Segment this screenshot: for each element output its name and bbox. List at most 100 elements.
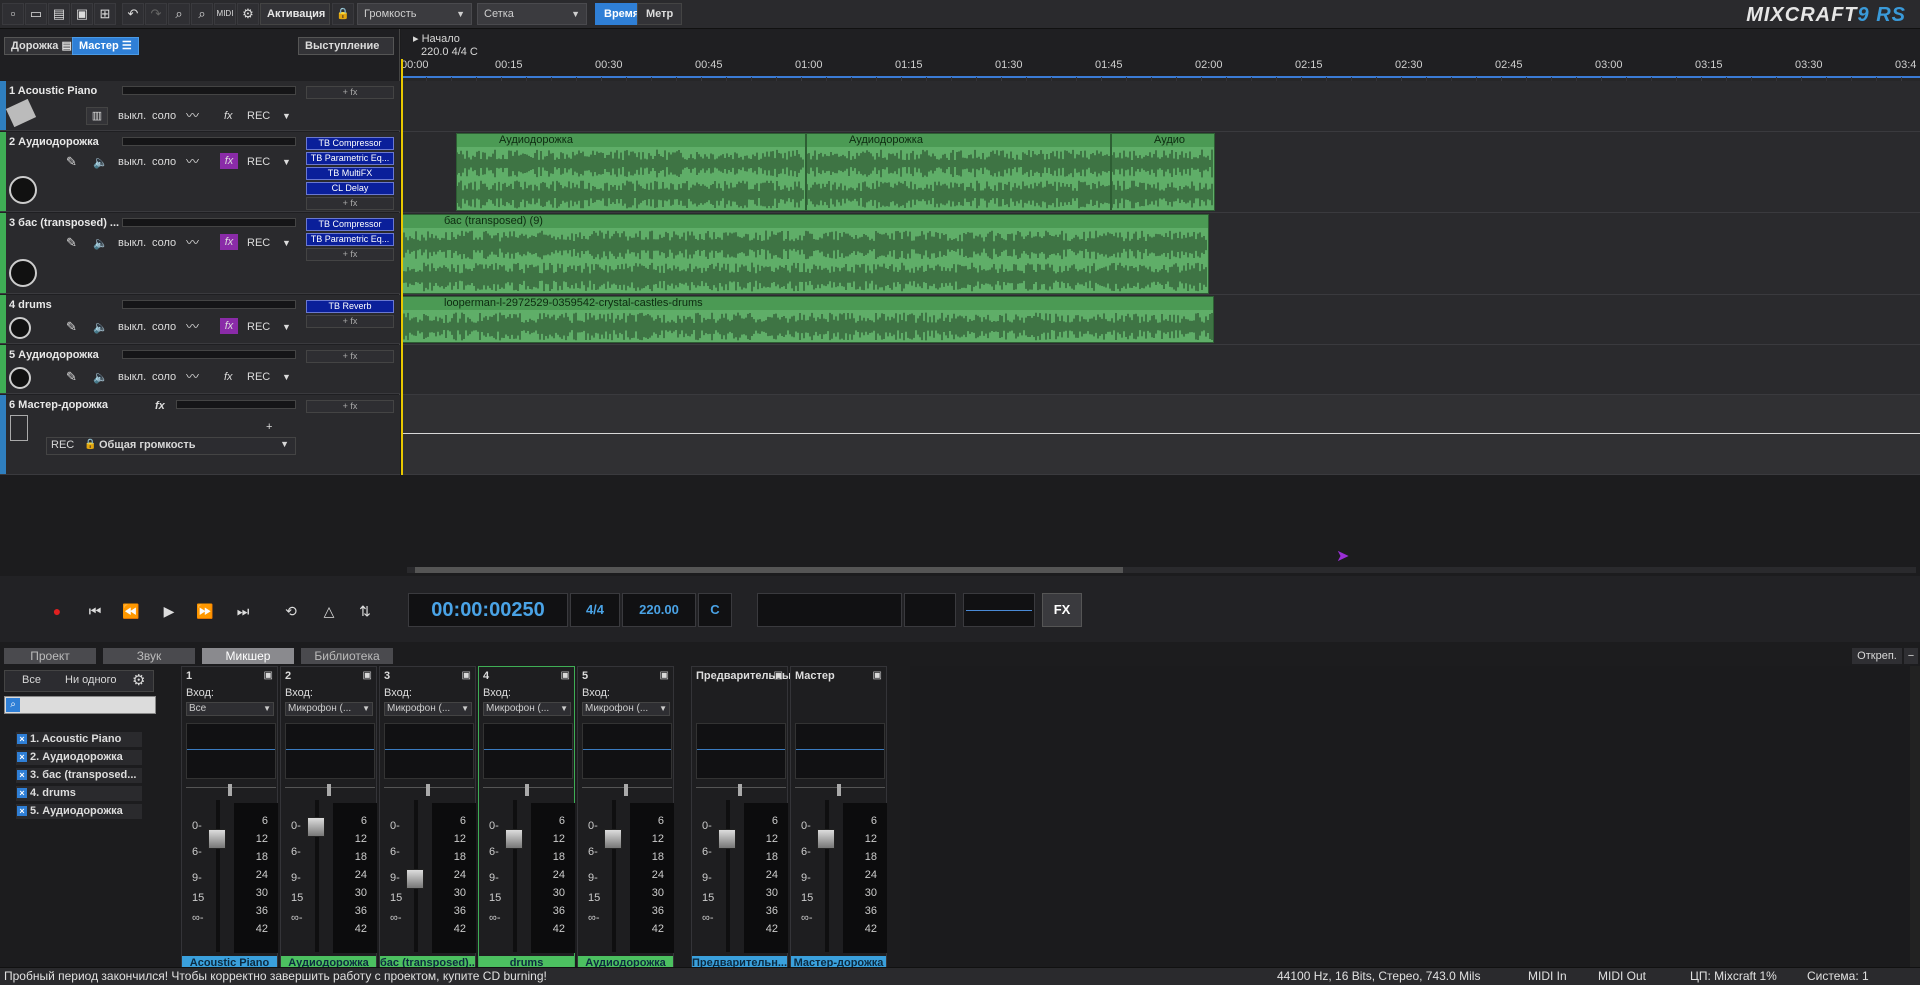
fx-slot[interactable]: TB Compressor <box>306 137 394 150</box>
filter-item[interactable]: × 2. Аудиодорожка <box>16 750 142 765</box>
mute-button[interactable]: выкл. <box>118 369 146 385</box>
tab-library[interactable]: Библиотека <box>301 648 393 664</box>
fx-button[interactable]: fx <box>220 318 238 334</box>
track-4[interactable]: 4 drums TB Reverb + fx ✎ 🔈 выкл. соло 〰 … <box>0 295 400 344</box>
input-select[interactable]: Микрофон (... ▼ <box>384 702 472 716</box>
key-display[interactable]: C <box>698 593 732 627</box>
filter-item[interactable]: × 1. Acoustic Piano <box>16 732 142 747</box>
open-recent-icon[interactable]: ▤ <box>48 3 70 25</box>
audio-clip[interactable]: бас (transposed) (9) <box>401 214 1209 294</box>
pan-slider[interactable] <box>384 784 474 796</box>
go-to-start-icon[interactable]: ⏮ <box>80 598 110 624</box>
keyboard-icon[interactable]: ▥ <box>86 107 108 125</box>
track-5[interactable]: 5 Аудиодорожка + fx ✎ 🔈 выкл. соло 〰 fx … <box>0 345 400 394</box>
playhead[interactable] <box>401 59 403 475</box>
pan-slider[interactable] <box>186 784 276 796</box>
add-fx-button[interactable]: + fx <box>306 350 394 363</box>
filter-none-button[interactable]: Ни одного <box>65 674 117 686</box>
channel-menu-icon[interactable]: ▣ <box>561 670 570 681</box>
fx-button[interactable]: fx <box>224 108 233 124</box>
fx-button[interactable]: fx <box>224 369 233 385</box>
horizontal-scrollbar[interactable] <box>407 567 1916 573</box>
volume-fader[interactable] <box>604 829 622 849</box>
rewind-icon[interactable]: ⏪ <box>116 598 146 624</box>
audio-clip[interactable]: Аудио <box>1111 133 1215 211</box>
lane-5[interactable] <box>401 345 1920 395</box>
automation-icon[interactable]: 〰 <box>186 369 199 385</box>
solo-button[interactable]: соло <box>152 369 176 385</box>
channel-menu-icon[interactable]: ▣ <box>363 670 372 681</box>
chevron-down-icon[interactable]: ▼ <box>282 319 291 335</box>
filter-all-button[interactable]: Все <box>22 674 41 686</box>
rec-button[interactable]: REC <box>247 235 270 251</box>
gear-icon[interactable]: ⚙ <box>132 671 145 689</box>
meter-mode-button[interactable]: Метр <box>637 3 683 25</box>
lane-1[interactable] <box>401 81 1920 132</box>
track-name[interactable]: 2 Аудиодорожка <box>9 136 121 148</box>
chevron-down-icon[interactable]: ▼ <box>282 154 291 170</box>
audio-clip[interactable]: Аудиодорожка <box>456 133 806 211</box>
fx-button[interactable]: fx <box>155 398 165 414</box>
master-fx-button[interactable]: FX <box>1042 593 1082 627</box>
tab-mixer[interactable]: Микшер <box>202 648 294 664</box>
channel-menu-icon[interactable]: ▣ <box>264 670 273 681</box>
channel-menu-icon[interactable]: ▣ <box>462 670 471 681</box>
arm-icon[interactable]: ✎ <box>66 319 77 335</box>
lane-master[interactable] <box>401 395 1920 475</box>
start-marker[interactable]: ▸ Начало <box>413 32 460 45</box>
solo-button[interactable]: соло <box>152 235 176 251</box>
chevron-down-icon[interactable]: ▼ <box>282 369 291 385</box>
signature-display[interactable]: 4/4 <box>570 593 620 627</box>
mixer-scrollbar[interactable] <box>1910 666 1920 967</box>
track-name[interactable]: 5 Аудиодорожка <box>9 349 121 361</box>
mute-button[interactable]: выкл. <box>118 319 146 335</box>
pan-slider[interactable] <box>795 784 885 796</box>
speaker-volume-icon[interactable]: 🔈 <box>93 369 108 385</box>
zoom-out-icon[interactable]: ⌕ <box>191 3 213 25</box>
rec-button[interactable]: REC <box>247 369 270 385</box>
track-master[interactable]: 6 Мастер-дорожка fx + fx + REC 🔒 Общая г… <box>0 395 400 475</box>
automation-icon[interactable]: 〰 <box>186 319 199 335</box>
checkbox-icon[interactable]: × <box>17 752 27 762</box>
input-select[interactable]: Микрофон (... ▼ <box>582 702 670 716</box>
rec-button[interactable]: REC <box>247 319 270 335</box>
speaker-volume-icon[interactable]: 🔈 <box>93 319 108 335</box>
split-view-icon[interactable]: ⊞ <box>94 3 116 25</box>
add-fx-button[interactable]: + fx <box>306 248 394 261</box>
filter-search-input[interactable]: ⌕ <box>4 696 156 714</box>
arm-icon[interactable]: ✎ <box>66 235 77 251</box>
track-name[interactable]: 6 Мастер-дорожка <box>9 399 149 411</box>
solo-button[interactable]: соло <box>152 154 176 170</box>
rec-button[interactable]: REC <box>247 108 270 124</box>
punch-icon[interactable]: ⇅ <box>350 598 380 624</box>
track-name[interactable]: 1 Acoustic Piano <box>9 85 121 97</box>
arm-icon[interactable]: ✎ <box>66 154 77 170</box>
checkbox-icon[interactable]: × <box>17 734 27 744</box>
minimize-icon[interactable]: − <box>1904 648 1918 664</box>
fast-forward-icon[interactable]: ⏩ <box>190 598 220 624</box>
mute-button[interactable]: выкл. <box>118 235 146 251</box>
undo-icon[interactable]: ↶ <box>122 3 144 25</box>
volume-fader[interactable] <box>505 829 523 849</box>
undock-button[interactable]: Откреп. <box>1852 648 1902 664</box>
tempo-display[interactable]: 220.00 <box>622 593 696 627</box>
track-name[interactable]: 4 drums <box>9 299 121 311</box>
volume-fader[interactable] <box>817 829 835 849</box>
solo-button[interactable]: соло <box>152 319 176 335</box>
volume-dropdown[interactable]: Громкость ▼ <box>357 3 472 25</box>
add-fx-button[interactable]: + fx <box>306 86 394 99</box>
filter-item[interactable]: × 5. Аудиодорожка <box>16 804 142 819</box>
add-lane-icon[interactable]: + <box>266 419 272 435</box>
audio-clip[interactable]: Аудиодорожка <box>806 133 1111 211</box>
mute-button[interactable]: выкл. <box>118 108 146 124</box>
track-name[interactable]: 3 бас (transposed) ... <box>9 217 121 229</box>
audio-clip[interactable]: looperman-l-2972529-0359542-crystal-cast… <box>401 296 1214 343</box>
automation-icon[interactable]: 〰 <box>186 154 199 170</box>
fx-slot[interactable]: TB Compressor <box>306 218 394 231</box>
performance-button[interactable]: Выступление <box>298 37 394 55</box>
timeline[interactable]: ▸ Начало 220.0 4/4 C 00:00 00:15 00:30 00:4… <box>401 29 1920 475</box>
speaker-volume-icon[interactable]: 🔈 <box>93 154 108 170</box>
midi-icon[interactable]: MIDI <box>214 3 236 25</box>
tab-master[interactable]: Мастер ☰ <box>72 37 139 55</box>
filter-item[interactable]: × 4. drums <box>16 786 142 801</box>
